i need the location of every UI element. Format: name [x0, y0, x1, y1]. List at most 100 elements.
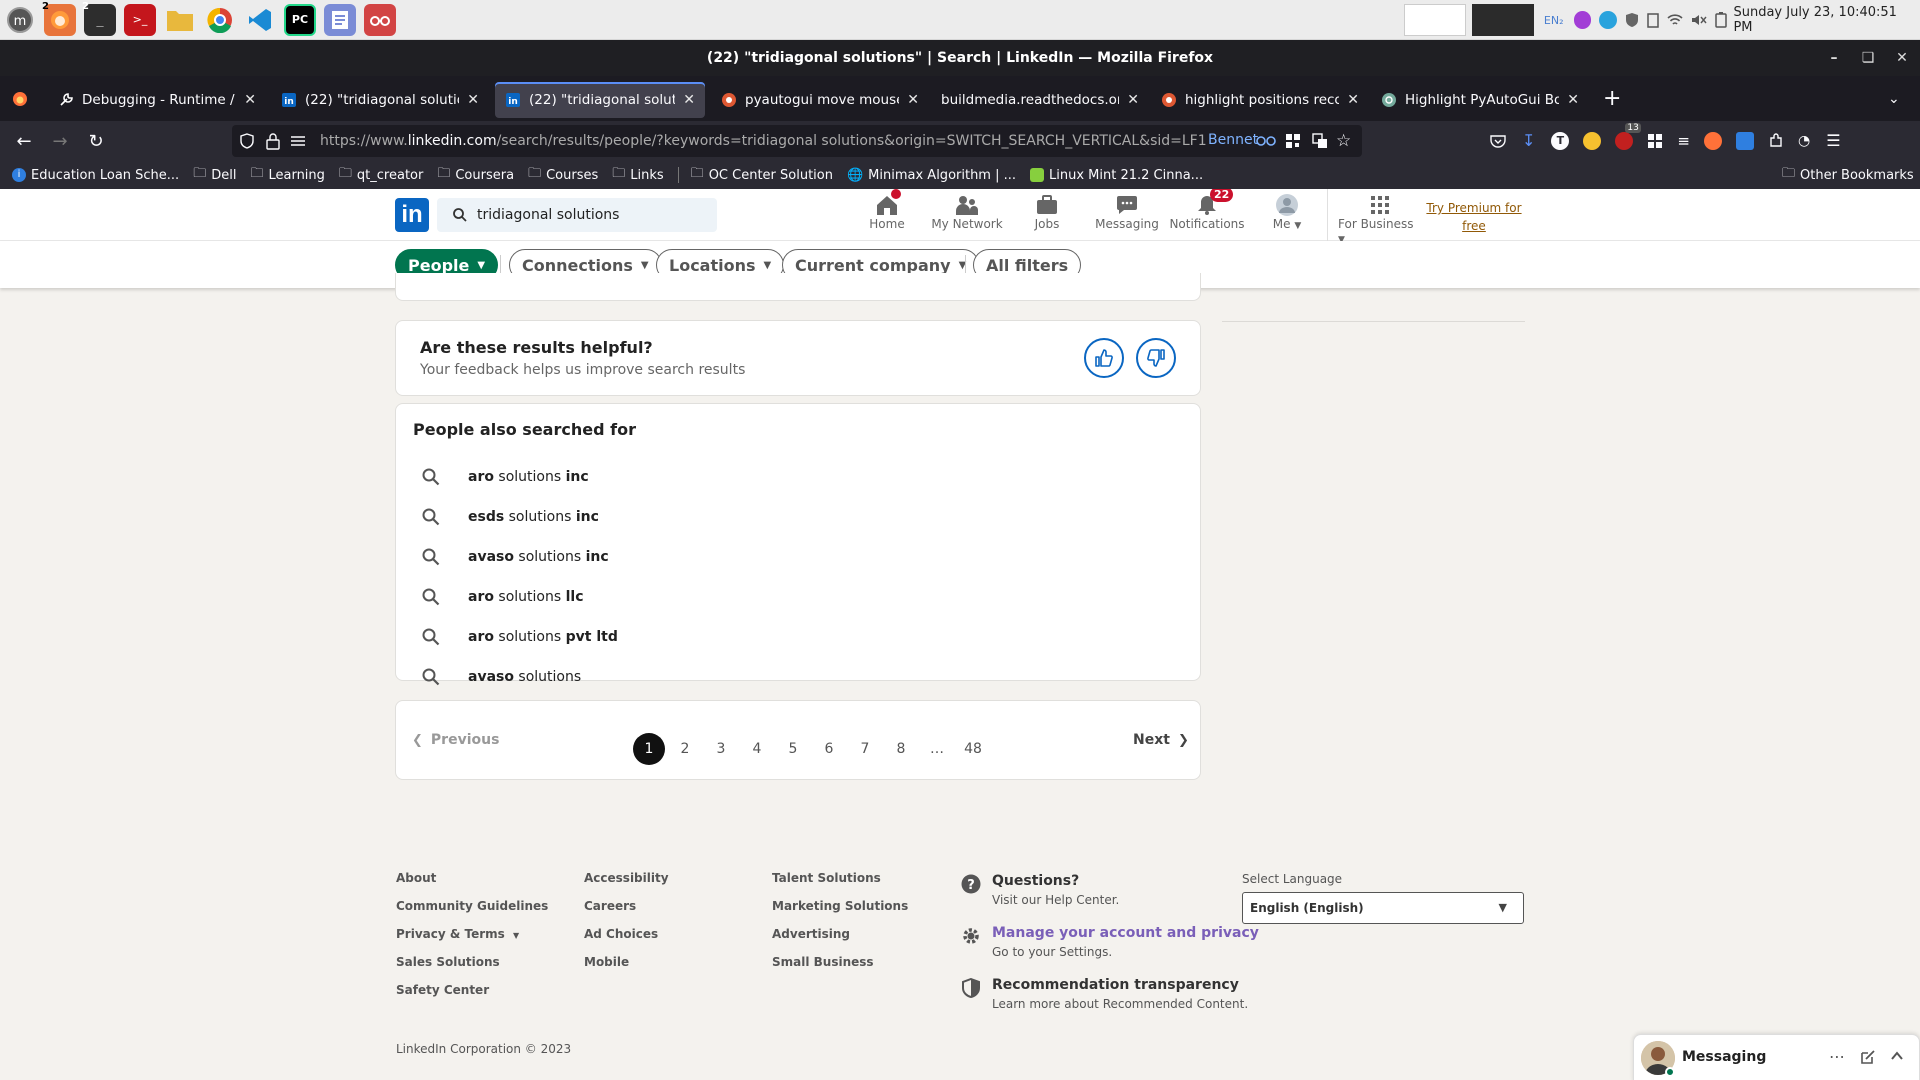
translate-extension-icon[interactable] — [1735, 131, 1754, 150]
tab-linkedin-2-active[interactable]: in (22) "tridiagonal solutions" ✕ — [495, 81, 705, 118]
footer-about[interactable]: About — [396, 871, 436, 885]
new-tab-icon[interactable]: + — [1603, 86, 1621, 111]
qr-code-icon[interactable] — [1286, 134, 1300, 148]
page-2-button[interactable]: 2 — [669, 733, 701, 765]
brave-extension-icon[interactable] — [1703, 131, 1722, 150]
mint-menu-icon[interactable]: m — [4, 4, 36, 36]
bookmark-folder-links[interactable]: 🗀 Links — [612, 164, 663, 186]
nav-me[interactable]: Me ▼ — [1247, 193, 1327, 231]
page-5-button[interactable]: 5 — [777, 733, 809, 765]
nav-messaging[interactable]: Messaging — [1087, 193, 1167, 231]
close-tab-icon[interactable]: ✕ — [907, 92, 919, 108]
bookmark-star-icon[interactable]: ☆ — [1336, 131, 1351, 151]
ublock-icon[interactable]: 13 — [1615, 122, 1641, 150]
bookmark-linux-mint[interactable]: Linux Mint 21.2 Cinna... — [1030, 168, 1203, 183]
downloads-icon[interactable]: ↧ — [1522, 131, 1535, 150]
firefox-view-icon[interactable] — [0, 91, 40, 107]
footer-transparency-title[interactable]: Recommendation transparency — [992, 977, 1239, 993]
search-bar[interactable]: tridiagonal solutions — [437, 198, 717, 232]
extension-book-icon[interactable]: ≡ — [1677, 132, 1690, 150]
tray-window-preview-dark[interactable] — [1471, 4, 1534, 36]
bookmark-folder-coursera[interactable]: 🗀 Coursera — [437, 164, 514, 186]
bookmark-minimax[interactable]: 🌐 Minimax Algorithm | ... — [847, 168, 1016, 183]
messaging-dock[interactable]: Messaging ⋯ — [1633, 1034, 1920, 1080]
search-input[interactable]: tridiagonal solutions — [477, 207, 619, 223]
page-1-button[interactable]: 1 — [633, 733, 665, 765]
reader-glasses-icon[interactable] — [364, 3, 396, 36]
permissions-icon[interactable] — [290, 134, 306, 148]
language-select[interactable]: English (English) ▼ — [1242, 892, 1524, 924]
translate-icon[interactable] — [1312, 133, 1328, 149]
reader-glasses-icon[interactable] — [1256, 133, 1276, 147]
close-tab-icon[interactable]: ✕ — [683, 92, 695, 108]
footer-manage-account-link[interactable]: Manage your account and privacy — [992, 925, 1259, 941]
tab-pyautogui[interactable]: pyautogui move mouse to p ✕ — [711, 82, 929, 118]
nav-notifications[interactable]: 22 Notifications — [1167, 189, 1247, 231]
footer-accessibility[interactable]: Accessibility — [584, 871, 669, 885]
bookmark-folder-oc-center[interactable]: 🗀 OC Center Solution — [691, 164, 833, 186]
tab-highlight-positions[interactable]: highlight positions recogniz ✕ — [1151, 82, 1369, 118]
suggestion-item[interactable]: aro solutions llc — [396, 577, 1176, 617]
bookmark-education-loan[interactable]: i Education Loan Sche... — [12, 168, 179, 183]
telegram-tray-icon[interactable] — [1599, 11, 1618, 29]
suggestion-item[interactable]: esds solutions inc — [396, 497, 1176, 537]
footer-small-business[interactable]: Small Business — [772, 955, 874, 969]
close-tab-icon[interactable]: ✕ — [1567, 92, 1579, 108]
files-folder-icon[interactable] — [164, 4, 196, 36]
clipboard-tray-icon[interactable] — [1647, 12, 1660, 28]
bookmark-folder-qt-creator[interactable]: 🗀 qt_creator — [339, 164, 423, 186]
tab-buildmedia[interactable]: buildmedia.readthedocs.org/m ✕ — [931, 82, 1149, 118]
try-premium-link[interactable]: Try Premium for free — [1424, 199, 1524, 235]
tray-app-icon-1[interactable] — [1573, 11, 1592, 29]
footer-questions-title[interactable]: Questions? — [992, 873, 1079, 889]
app-red-terminal-icon[interactable]: >_ — [124, 3, 156, 36]
footer-safety-center[interactable]: Safety Center — [396, 983, 489, 997]
thumbs-up-button[interactable] — [1084, 338, 1124, 378]
clock[interactable]: Sunday July 23, 10:40:51 PM — [1733, 5, 1920, 35]
footer-ad-choices[interactable]: Ad Choices — [584, 927, 658, 941]
suggestion-item[interactable]: aro solutions inc — [396, 457, 1176, 497]
footer-careers[interactable]: Careers — [584, 899, 636, 913]
suggestion-item[interactable]: avaso solutions inc — [396, 537, 1176, 577]
forward-icon[interactable]: → — [46, 127, 74, 155]
next-button[interactable]: Next ❯ — [1133, 732, 1189, 748]
close-tab-icon[interactable]: ✕ — [1347, 92, 1359, 108]
page-8-button[interactable]: 8 — [885, 733, 917, 765]
thumbs-down-button[interactable] — [1136, 338, 1176, 378]
hamburger-menu-icon[interactable]: ☰ — [1826, 131, 1840, 150]
minimize-icon[interactable]: – — [1818, 40, 1850, 76]
other-bookmarks[interactable]: 🗀 Other Bookmarks — [1782, 164, 1914, 186]
bookmark-folder-dell[interactable]: 🗀 Dell — [193, 164, 236, 186]
compose-icon[interactable] — [1860, 1049, 1876, 1065]
extensions-puzzle-icon[interactable] — [1768, 132, 1784, 149]
suggestion-item[interactable]: avaso solutions — [396, 657, 1176, 697]
lock-icon[interactable] — [266, 132, 280, 150]
keyboard-language-indicator[interactable]: EN₂ — [1544, 14, 1564, 27]
page-6-button[interactable]: 6 — [813, 733, 845, 765]
chevron-up-icon[interactable] — [1890, 1049, 1904, 1063]
list-all-tabs-icon[interactable]: ⌄ — [1888, 91, 1900, 107]
back-icon[interactable]: ← — [10, 127, 38, 155]
shield-tray-icon[interactable] — [1625, 12, 1639, 28]
profile-name[interactable]: Bennet — [1208, 132, 1258, 148]
terminal-launcher-icon[interactable]: 2 _ — [82, 1, 116, 36]
nav-jobs[interactable]: Jobs — [1007, 193, 1087, 231]
tab-highlight-pyautogui[interactable]: Highlight PyAutoGui Boxes ✕ — [1371, 82, 1589, 118]
nav-home[interactable]: Home — [847, 189, 927, 231]
volume-muted-icon[interactable] — [1691, 13, 1708, 27]
close-tab-icon[interactable]: ✕ — [1127, 92, 1139, 108]
close-window-icon[interactable]: ✕ — [1886, 40, 1918, 76]
footer-talent-solutions[interactable]: Talent Solutions — [772, 871, 881, 885]
footer-community-guidelines[interactable]: Community Guidelines — [396, 899, 548, 913]
page-48-button[interactable]: 48 — [957, 733, 989, 765]
text-editor-icon[interactable] — [324, 3, 356, 36]
tracking-shield-icon[interactable] — [240, 133, 254, 149]
nav-for-business[interactable]: For Business ▼ — [1338, 193, 1422, 245]
page-4-button[interactable]: 4 — [741, 733, 773, 765]
pycharm-icon[interactable]: PC — [284, 3, 316, 36]
battery-icon[interactable] — [1715, 12, 1728, 28]
grid-extension-icon[interactable] — [1647, 133, 1663, 149]
page-3-button[interactable]: 3 — [705, 733, 737, 765]
emoji-extension-icon[interactable] — [1583, 131, 1602, 150]
footer-privacy-terms[interactable]: Privacy & Terms ▼ — [396, 927, 519, 941]
